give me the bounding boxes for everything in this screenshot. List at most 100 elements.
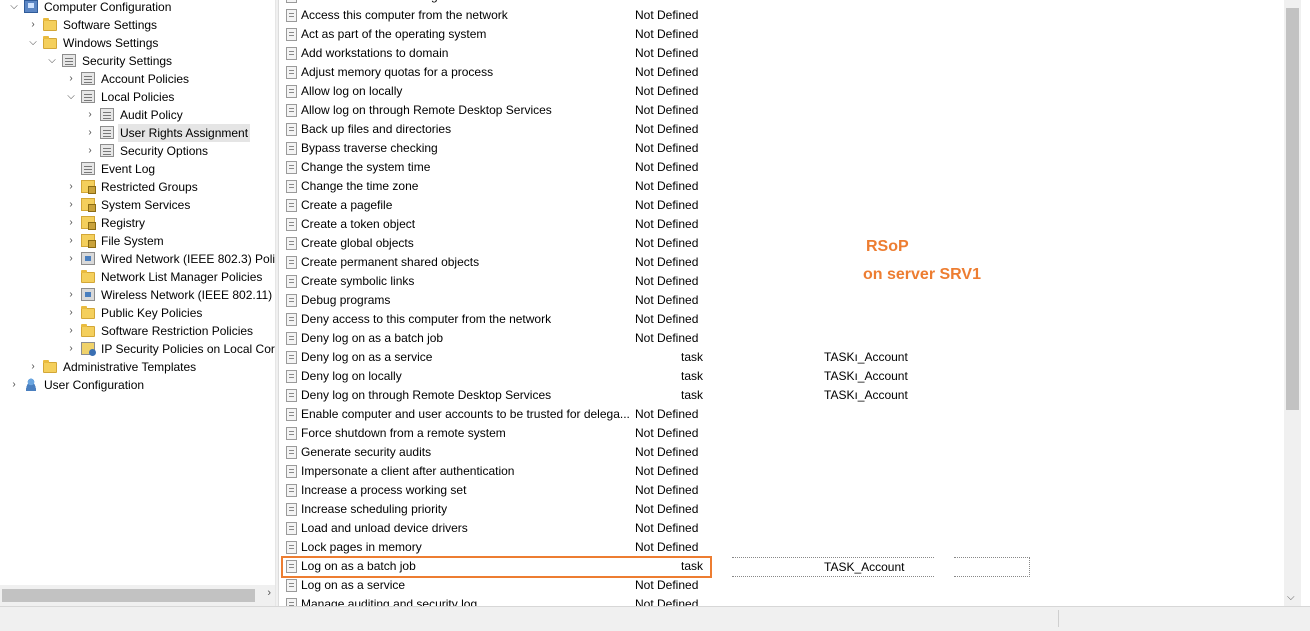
policy-row[interactable]: Adjust memory quotas for a process Not De… [279, 63, 1284, 82]
policy-row[interactable]: Generate security audits Not Defined [279, 443, 1284, 462]
tree-node[interactable]: › Registry [0, 214, 275, 232]
tree-node[interactable]: › Public Key Policies [0, 304, 275, 322]
expand-chevron-icon[interactable]: › [65, 250, 77, 268]
tree-node[interactable]: › Wired Network (IEEE 802.3) Polic [0, 250, 275, 268]
expand-chevron-icon[interactable]: › [84, 124, 96, 142]
policy-item-icon [286, 28, 297, 41]
policy-setting: Not Defined [635, 578, 699, 592]
tree-node[interactable]: › Wireless Network (IEEE 802.11) P [0, 286, 275, 304]
policy-row[interactable]: Back up files and directories Not Defined [279, 120, 1284, 139]
policy-setting: Not Defined [635, 141, 699, 155]
collapse-chevron-icon[interactable]: ⌵ [46, 52, 58, 70]
policy-row[interactable]: Load and unload device drivers Not Define… [279, 519, 1284, 538]
tree-node[interactable]: ⌵ Security Settings [0, 52, 275, 70]
policy-row[interactable]: Deny log on as a service task TASKı_Accoun… [279, 348, 1284, 367]
tree-node[interactable]: › Restricted Groups [0, 178, 275, 196]
expand-chevron-icon[interactable]: › [65, 214, 77, 232]
policy-row[interactable]: Increase scheduling priority Not Defined [279, 500, 1284, 519]
blank-cell[interactable] [954, 557, 1030, 577]
tree-node[interactable]: Event Log [0, 160, 275, 178]
tree-horizontal-scrollbar[interactable]: › [0, 585, 275, 606]
expand-chevron-icon[interactable]: › [65, 286, 77, 304]
tree-node[interactable]: › User Rights Assignment [0, 124, 275, 142]
policy-item-icon [286, 294, 297, 307]
policy-row[interactable]: Deny access to this computer from the ne… [279, 310, 1284, 329]
scrollbar-thumb[interactable] [1286, 8, 1299, 410]
policy-item-icon [286, 408, 297, 421]
collapse-chevron-icon[interactable]: ⌵ [8, 0, 20, 16]
expand-chevron-icon[interactable]: › [27, 16, 39, 34]
tree-node-label: Software Restriction Policies [101, 324, 254, 338]
policy-row[interactable]: Force shutdown from a remote system Not D… [279, 424, 1284, 443]
tree-node[interactable]: › File System [0, 232, 275, 250]
policy-setting: Not Defined [635, 274, 699, 288]
annotation: RSoP on server SRV1 [863, 233, 981, 289]
policy-row[interactable]: Change the time zone Not Defined [279, 177, 1284, 196]
expand-chevron-icon[interactable]: › [65, 322, 77, 340]
policy-row[interactable]: Allow log on through Remote Desktop Serv… [279, 101, 1284, 120]
tree-node[interactable]: ⌵ Local Policies [0, 88, 275, 106]
policy-setting: Not Defined [635, 236, 699, 250]
tree-node[interactable]: › User Configuration [0, 376, 275, 394]
expand-chevron-icon[interactable]: › [8, 376, 20, 394]
policy-row[interactable]: Manage auditing and security log Not Defi… [279, 595, 1284, 606]
expand-chevron-icon[interactable]: › [84, 106, 96, 124]
tree-node[interactable]: ⌵ Windows Settings [0, 34, 275, 52]
policy-row[interactable]: Bypass traverse checking Not Defined [279, 139, 1284, 158]
policy-row[interactable]: Enable computer and user accounts to be … [279, 405, 1284, 424]
tree-node[interactable]: › Administrative Templates [0, 358, 275, 376]
collapse-chevron-icon[interactable]: ⌵ [65, 88, 77, 106]
policy-item-icon [286, 218, 297, 231]
tree-node[interactable]: › Security Options [0, 142, 275, 160]
scrollbar-thumb[interactable] [2, 589, 255, 602]
list-vertical-scrollbar[interactable]: ⌵ [1284, 0, 1301, 606]
policy-row[interactable]: Impersonate a client after authenticatio… [279, 462, 1284, 481]
expand-chevron-icon[interactable]: › [65, 340, 77, 358]
tree-node[interactable]: › Account Policies [0, 70, 275, 88]
policy-row[interactable]: Deny log on through Remote Desktop Servi… [279, 386, 1284, 405]
policy-row[interactable]: Create a token object Not Defined [279, 215, 1284, 234]
policy-setting: Not Defined [635, 407, 699, 421]
policy-name: Deny log on through Remote Desktop Servi… [301, 388, 552, 402]
policy-row[interactable]: Log on as a service Not Defined [279, 576, 1284, 595]
policy-item-icon [286, 484, 297, 497]
policy-row[interactable]: Increase a process working set Not Define… [279, 481, 1284, 500]
collapse-chevron-icon[interactable]: ⌵ [27, 34, 39, 52]
winning-gpo-cell[interactable]: TASK_Account [732, 557, 934, 577]
policy-row[interactable]: Deny log on locally task TASKı_Account [279, 367, 1284, 386]
tree-node[interactable]: › Software Settings [0, 16, 275, 34]
policy-name: Deny access to this computer from the ne… [301, 312, 552, 326]
tree-node[interactable]: › System Services [0, 196, 275, 214]
policy-row[interactable]: Lock pages in memory Not Defined [279, 538, 1284, 557]
policy-row[interactable]: Debug programs Not Defined [279, 291, 1284, 310]
scroll-down-icon[interactable]: ⌵ [1287, 592, 1295, 603]
policy-row[interactable]: Create symbolic links Not Defined [279, 272, 1284, 291]
expand-chevron-icon[interactable]: › [65, 232, 77, 250]
policy-row[interactable]: Change the system time Not Defined [279, 158, 1284, 177]
policy-row[interactable]: Create permanent shared objects Not Defin… [279, 253, 1284, 272]
expand-chevron-icon[interactable]: › [65, 178, 77, 196]
tree-node[interactable]: › IP Security Policies on Local Cor [0, 340, 275, 358]
folder-icon [43, 18, 57, 31]
tree-node[interactable]: ⌵ Computer Configuration [0, 0, 275, 16]
policy-item-icon [286, 237, 297, 250]
policy-row[interactable]: Add workstations to domain Not Defined [279, 44, 1284, 63]
tree-node[interactable]: › Software Restriction Policies [0, 322, 275, 340]
policy-name: Create a pagefile [301, 198, 393, 212]
tree-node[interactable]: › Audit Policy [0, 106, 275, 124]
expand-chevron-icon[interactable]: › [65, 304, 77, 322]
tree-node[interactable]: Network List Manager Policies [0, 268, 275, 286]
expand-chevron-icon[interactable]: › [65, 70, 77, 88]
policy-row[interactable]: Access this computer from the network Not… [279, 6, 1284, 25]
expand-chevron-icon[interactable]: › [65, 196, 77, 214]
policy-setting: Not Defined [635, 198, 699, 212]
expand-chevron-icon[interactable]: › [27, 358, 39, 376]
policy-row[interactable]: Act as part of the operating system Not D… [279, 25, 1284, 44]
expand-chevron-icon[interactable]: › [84, 142, 96, 160]
policy-row[interactable]: Create a pagefile Not Defined [279, 196, 1284, 215]
policy-item-icon [286, 180, 297, 193]
policy-row[interactable]: Allow log on locally Not Defined [279, 82, 1284, 101]
scroll-right-icon[interactable]: › [267, 587, 271, 599]
policy-row[interactable]: Deny log on as a batch job Not Defined [279, 329, 1284, 348]
policy-row[interactable]: Create global objects Not Defined [279, 234, 1284, 253]
